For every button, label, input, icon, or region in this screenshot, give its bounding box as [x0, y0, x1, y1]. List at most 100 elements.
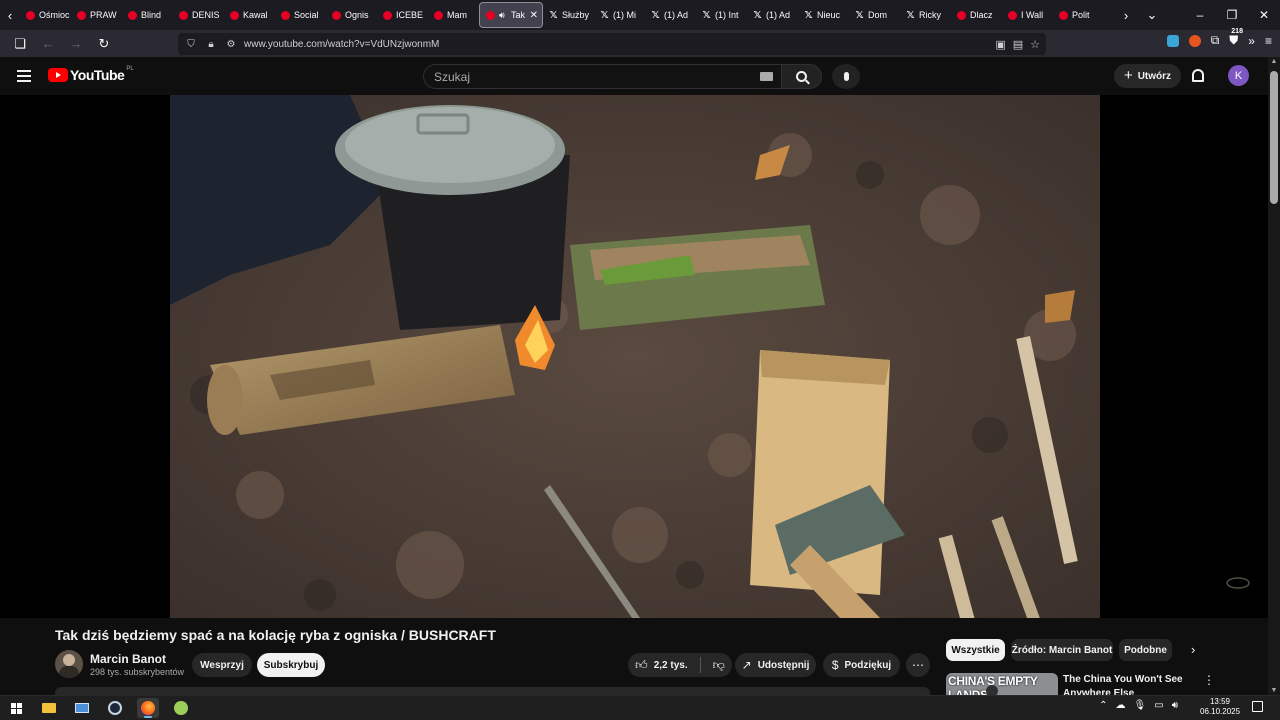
description-box[interactable]: [55, 687, 930, 695]
page-scrollbar[interactable]: ▲ ▼: [1268, 57, 1280, 695]
scrollbar-thumb[interactable]: [1270, 71, 1278, 204]
chip-related[interactable]: Podobne: [1119, 639, 1172, 661]
chip-all[interactable]: Wszystkie: [946, 639, 1005, 661]
fox-extension-icon[interactable]: [1188, 34, 1201, 47]
tab-audio-icon[interactable]: 🔊︎: [499, 10, 508, 20]
search-button[interactable]: [781, 64, 822, 89]
browser-tab[interactable]: 𝕏 (1) Ad: [747, 2, 798, 28]
browser-tab[interactable]: ICEBE: [377, 2, 428, 28]
account-avatar[interactable]: K: [1228, 65, 1249, 86]
keyboard-icon[interactable]: [760, 72, 773, 81]
close-window-button[interactable]: ✕: [1248, 8, 1280, 22]
youtube-logo[interactable]: YouTube PL: [48, 66, 134, 83]
browser-tab[interactable]: PRAW: [71, 2, 122, 28]
channel-name[interactable]: Marcin Banot: [90, 652, 166, 666]
channel-watermark-icon[interactable]: [1226, 577, 1250, 589]
thanks-button[interactable]: $ Podziękuj: [823, 653, 900, 677]
chip-from-channel[interactable]: Źródło: Marcin Banot: [1011, 639, 1113, 661]
start-button[interactable]: [5, 698, 27, 718]
browser-tab[interactable]: Polit: [1053, 2, 1104, 28]
browser-tab[interactable]: 𝕏 Służby: [543, 2, 594, 28]
share-button[interactable]: ↗ Udostępnij: [735, 653, 816, 677]
scroll-down-arrow[interactable]: ▼: [1268, 687, 1280, 694]
bookmark-star-icon[interactable]: ☆: [1030, 38, 1040, 51]
subscribe-button[interactable]: Subskrybuj: [257, 653, 325, 677]
browser-tab[interactable]: DENIS: [173, 2, 224, 28]
firefox-button[interactable]: [137, 698, 159, 718]
privacy-extension-icon[interactable]: [1166, 34, 1179, 47]
forward-button[interactable]: →: [64, 32, 88, 56]
url-bar[interactable]: ⛉ 🔒︎ ⚙ www.youtube.com/watch?v=VdUNzjwon…: [178, 33, 1046, 55]
channel-avatar[interactable]: [55, 650, 83, 678]
browser-tab[interactable]: Blind: [122, 2, 173, 28]
tab-scroll-left-button[interactable]: ‹: [0, 0, 20, 30]
guide-menu-icon[interactable]: [17, 70, 31, 82]
browser-tab[interactable]: 𝕏 Dom: [849, 2, 900, 28]
folder-icon: [42, 703, 56, 713]
tray-chevron-icon[interactable]: ⌃: [1099, 700, 1107, 711]
ublock-extension-icon[interactable]: ⛊ 218: [1229, 28, 1243, 48]
browser-tab[interactable]: Social: [275, 2, 326, 28]
network-icon[interactable]: ▭: [1154, 700, 1163, 711]
restore-button[interactable]: ❐: [1216, 8, 1248, 22]
tab-close-icon[interactable]: ✕: [530, 10, 538, 21]
browser-tab[interactable]: Ośmioc: [20, 2, 71, 28]
lock-icon[interactable]: 🔒︎: [204, 39, 218, 50]
like-icon[interactable]: 👍︎: [635, 658, 648, 673]
browser-tab[interactable]: Mam: [428, 2, 479, 28]
reload-button[interactable]: ↻: [92, 32, 116, 56]
join-button[interactable]: Wesprzyj: [192, 653, 252, 677]
overflow-chevron-icon[interactable]: »: [1248, 34, 1255, 48]
create-button[interactable]: + Utwórz: [1114, 64, 1181, 88]
tab-scroll-right-button[interactable]: ›: [1116, 0, 1136, 30]
video-title: Tak dziś będziemy spać a na kolację ryba…: [55, 627, 496, 643]
dislike-icon[interactable]: 👎︎: [713, 658, 725, 673]
scroll-up-arrow[interactable]: ▲: [1268, 58, 1280, 65]
browser-tab[interactable]: 𝕏 Ricky: [900, 2, 951, 28]
recommendation-title[interactable]: The China You Won't See Anywhere Else: [1063, 673, 1198, 695]
browser-tab[interactable]: I Wall: [1002, 2, 1053, 28]
steam-button[interactable]: [104, 698, 126, 718]
system-clock[interactable]: 13:59 06.10.2025: [1200, 697, 1240, 717]
browser-tab[interactable]: 𝕏 Nieuc: [798, 2, 849, 28]
search-input[interactable]: Szukaj: [423, 64, 781, 89]
reader-view-icon[interactable]: ▤: [1013, 38, 1023, 51]
picture-in-picture-icon[interactable]: ▣: [995, 38, 1005, 51]
this-pc-button[interactable]: [71, 698, 93, 718]
tab-label: Ośmioc: [39, 10, 70, 20]
volume-icon[interactable]: 🔊︎: [1172, 700, 1178, 711]
chip-next-chevron-icon[interactable]: ›: [1191, 642, 1195, 657]
minimize-button[interactable]: –: [1184, 8, 1216, 22]
tab-list-dropdown-button[interactable]: ⌄: [1142, 0, 1162, 30]
app-menu-icon[interactable]: ≡: [1265, 34, 1272, 48]
shield-icon[interactable]: ⛉: [184, 39, 198, 50]
permissions-icon[interactable]: ⚙: [224, 39, 238, 50]
like-count[interactable]: 2,2 tys.: [654, 660, 688, 671]
browser-tab[interactable]: 𝕏 (1) Int: [696, 2, 747, 28]
browser-tab-active[interactable]: 🔊︎ Tak ✕: [479, 2, 543, 28]
back-button[interactable]: ←: [36, 32, 60, 56]
more-actions-button[interactable]: ⋯: [906, 653, 930, 677]
url-text[interactable]: www.youtube.com/watch?v=VdUNzjwonmM: [244, 39, 439, 50]
recommendation-menu-icon[interactable]: ⋮: [1203, 673, 1215, 687]
notifications-bell-icon[interactable]: [1192, 69, 1204, 82]
extensions-puzzle-icon[interactable]: ⧉: [1211, 33, 1220, 48]
file-explorer-button[interactable]: [38, 698, 60, 718]
browser-tab[interactable]: 𝕏 (1) Ad: [645, 2, 696, 28]
tab-label: DENIS: [192, 10, 220, 20]
browser-tab[interactable]: Ognis: [326, 2, 377, 28]
tab-groups-icon[interactable]: ❏: [8, 32, 32, 56]
youtube-favicon-icon: [77, 10, 86, 20]
microphone-tray-icon[interactable]: 🎙︎: [1134, 700, 1147, 711]
notifications-icon[interactable]: [1252, 701, 1263, 712]
onedrive-cloud-icon[interactable]: ☁: [1116, 700, 1126, 711]
video-player[interactable]: [170, 95, 1100, 618]
browser-tab[interactable]: Dlacz: [951, 2, 1002, 28]
browser-tab[interactable]: Kawal: [224, 2, 275, 28]
browser-tab[interactable]: 𝕏 (1) Mi: [594, 2, 645, 28]
tab-label: Nieuc: [817, 10, 841, 20]
recommendation-thumbnail[interactable]: CHINA'S EMPTY LANDS: [946, 673, 1058, 695]
youtube-favicon-icon: [128, 10, 137, 20]
app-button[interactable]: [170, 698, 192, 718]
voice-search-button[interactable]: [832, 64, 860, 89]
